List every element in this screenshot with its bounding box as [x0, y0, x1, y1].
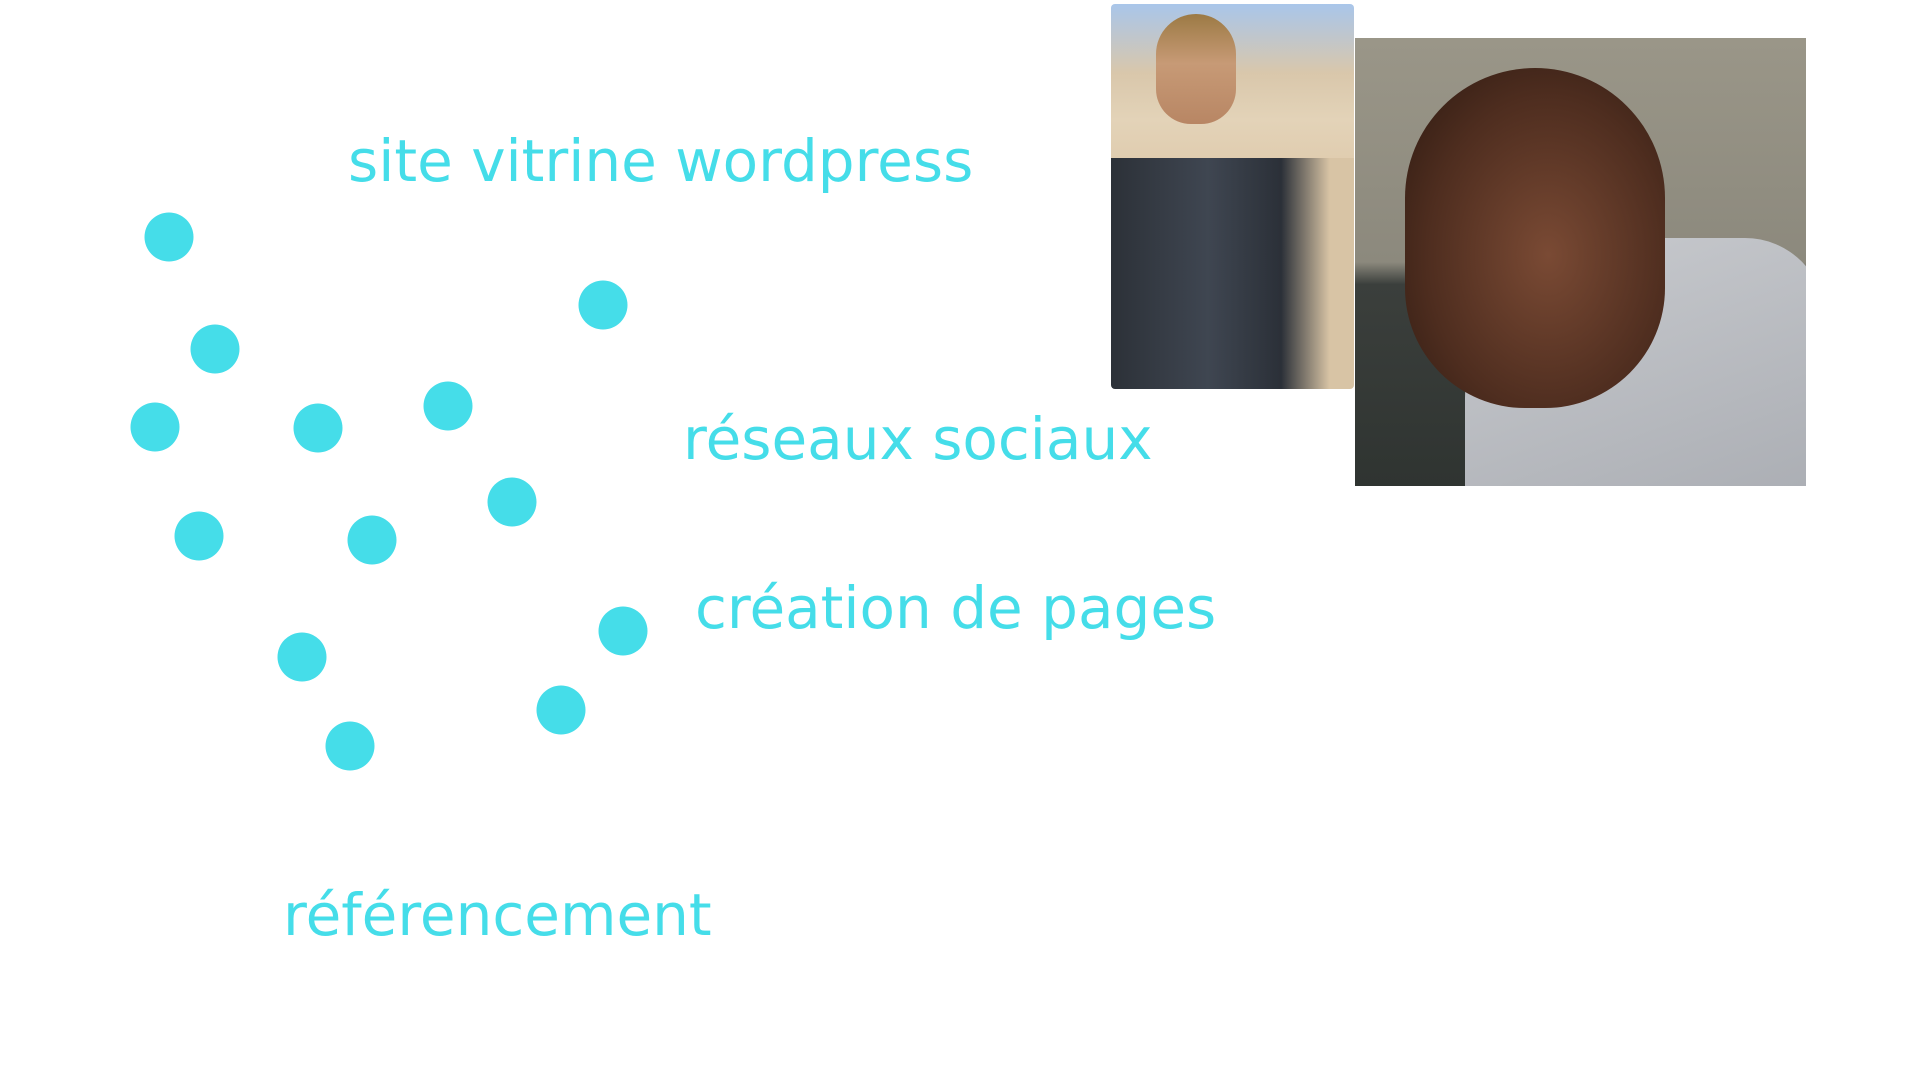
- decorative-dot: [130, 402, 180, 452]
- label-creation-pages: création de pages: [695, 574, 1217, 642]
- decorative-dot: [347, 515, 397, 565]
- decorative-dot: [423, 381, 473, 431]
- decorative-dot: [578, 280, 628, 330]
- label-site-vitrine: site vitrine wordpress: [348, 127, 974, 195]
- decorative-dot: [174, 511, 224, 561]
- photo-young-man: [1355, 38, 1806, 486]
- decorative-dot: [277, 632, 327, 682]
- decorative-dot: [487, 477, 537, 527]
- label-reseaux-sociaux: réseaux sociaux: [683, 405, 1153, 473]
- decorative-dot: [325, 721, 375, 771]
- label-referencement: référencement: [283, 881, 712, 949]
- decorative-dot: [598, 606, 648, 656]
- decorative-dot: [190, 324, 240, 374]
- photo-man-desert: [1111, 4, 1354, 389]
- decorative-dot: [144, 212, 194, 262]
- decorative-dot: [536, 685, 586, 735]
- decorative-dot: [293, 403, 343, 453]
